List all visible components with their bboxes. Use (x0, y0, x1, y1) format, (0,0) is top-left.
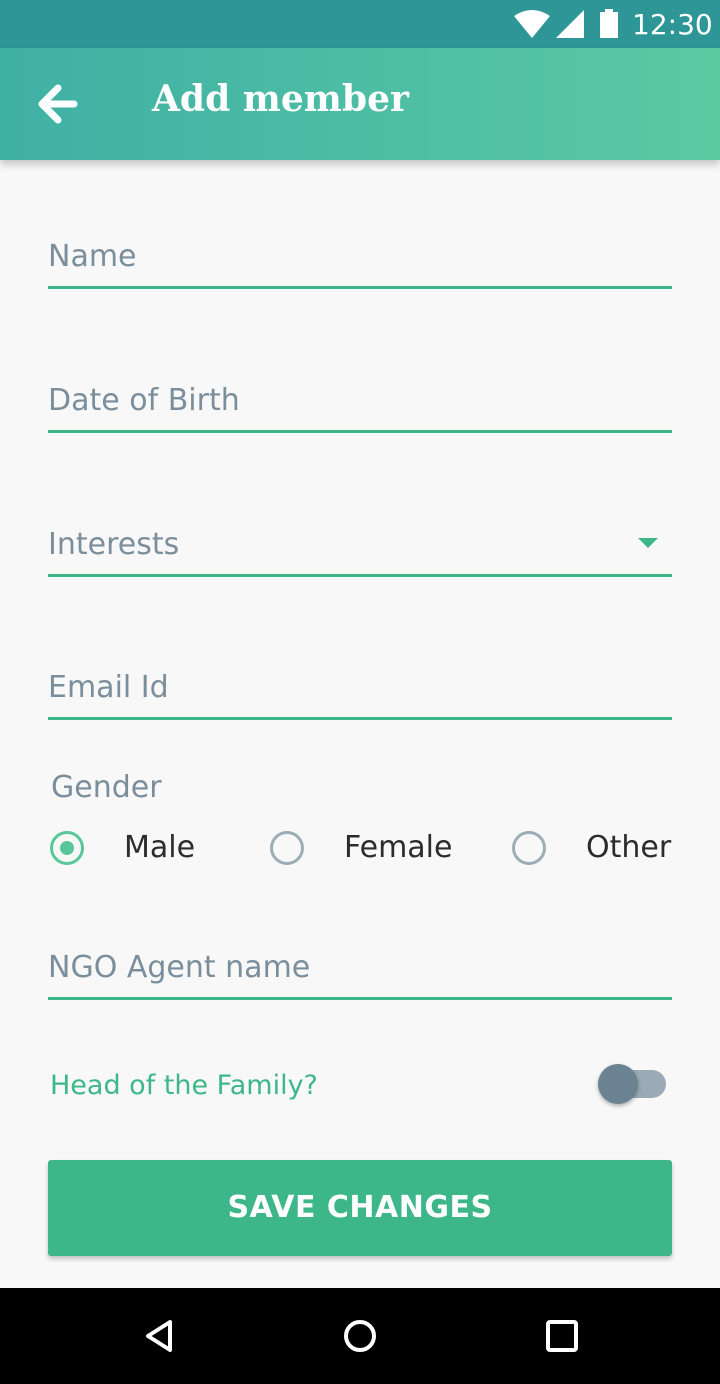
gender-label-male[interactable]: Male (124, 830, 195, 865)
head-of-family-label: Head of the Family? (50, 1070, 318, 1101)
wifi-icon (514, 10, 550, 38)
date-of-birth-placeholder: Date of Birth (48, 383, 240, 418)
interests-dropdown[interactable]: Interests (48, 514, 672, 577)
navigation-bar (0, 1288, 720, 1384)
dropdown-arrow-icon (638, 538, 658, 548)
app-bar: Add member (0, 48, 720, 160)
name-field[interactable]: Name (48, 226, 672, 289)
gender-label: Gender (51, 770, 162, 805)
status-bar: 12:30 (0, 0, 720, 48)
ngo-agent-field[interactable]: NGO Agent name (48, 937, 672, 1000)
gender-radio-other[interactable] (512, 831, 546, 865)
save-changes-button[interactable]: SAVE CHANGES (48, 1160, 672, 1256)
recents-square-icon[interactable] (542, 1316, 582, 1356)
date-of-birth-field[interactable]: Date of Birth (48, 370, 672, 433)
signal-icon (556, 10, 584, 38)
status-time: 12:30 (632, 8, 713, 41)
interests-placeholder: Interests (48, 527, 180, 562)
email-placeholder: Email Id (48, 670, 169, 705)
home-circle-icon[interactable] (340, 1316, 380, 1356)
email-field[interactable]: Email Id (48, 657, 672, 720)
page-title: Add member (152, 78, 409, 120)
name-placeholder: Name (48, 239, 137, 274)
gender-radio-male[interactable] (50, 831, 84, 865)
battery-icon (600, 9, 618, 38)
back-button[interactable] (24, 78, 84, 130)
gender-label-female[interactable]: Female (344, 830, 452, 865)
ngo-agent-placeholder: NGO Agent name (48, 950, 311, 985)
gender-label-other[interactable]: Other (586, 830, 671, 865)
back-triangle-icon[interactable] (140, 1316, 180, 1356)
arrow-left-icon (38, 84, 78, 124)
toggle-thumb[interactable] (598, 1064, 638, 1104)
gender-radio-female[interactable] (270, 831, 304, 865)
